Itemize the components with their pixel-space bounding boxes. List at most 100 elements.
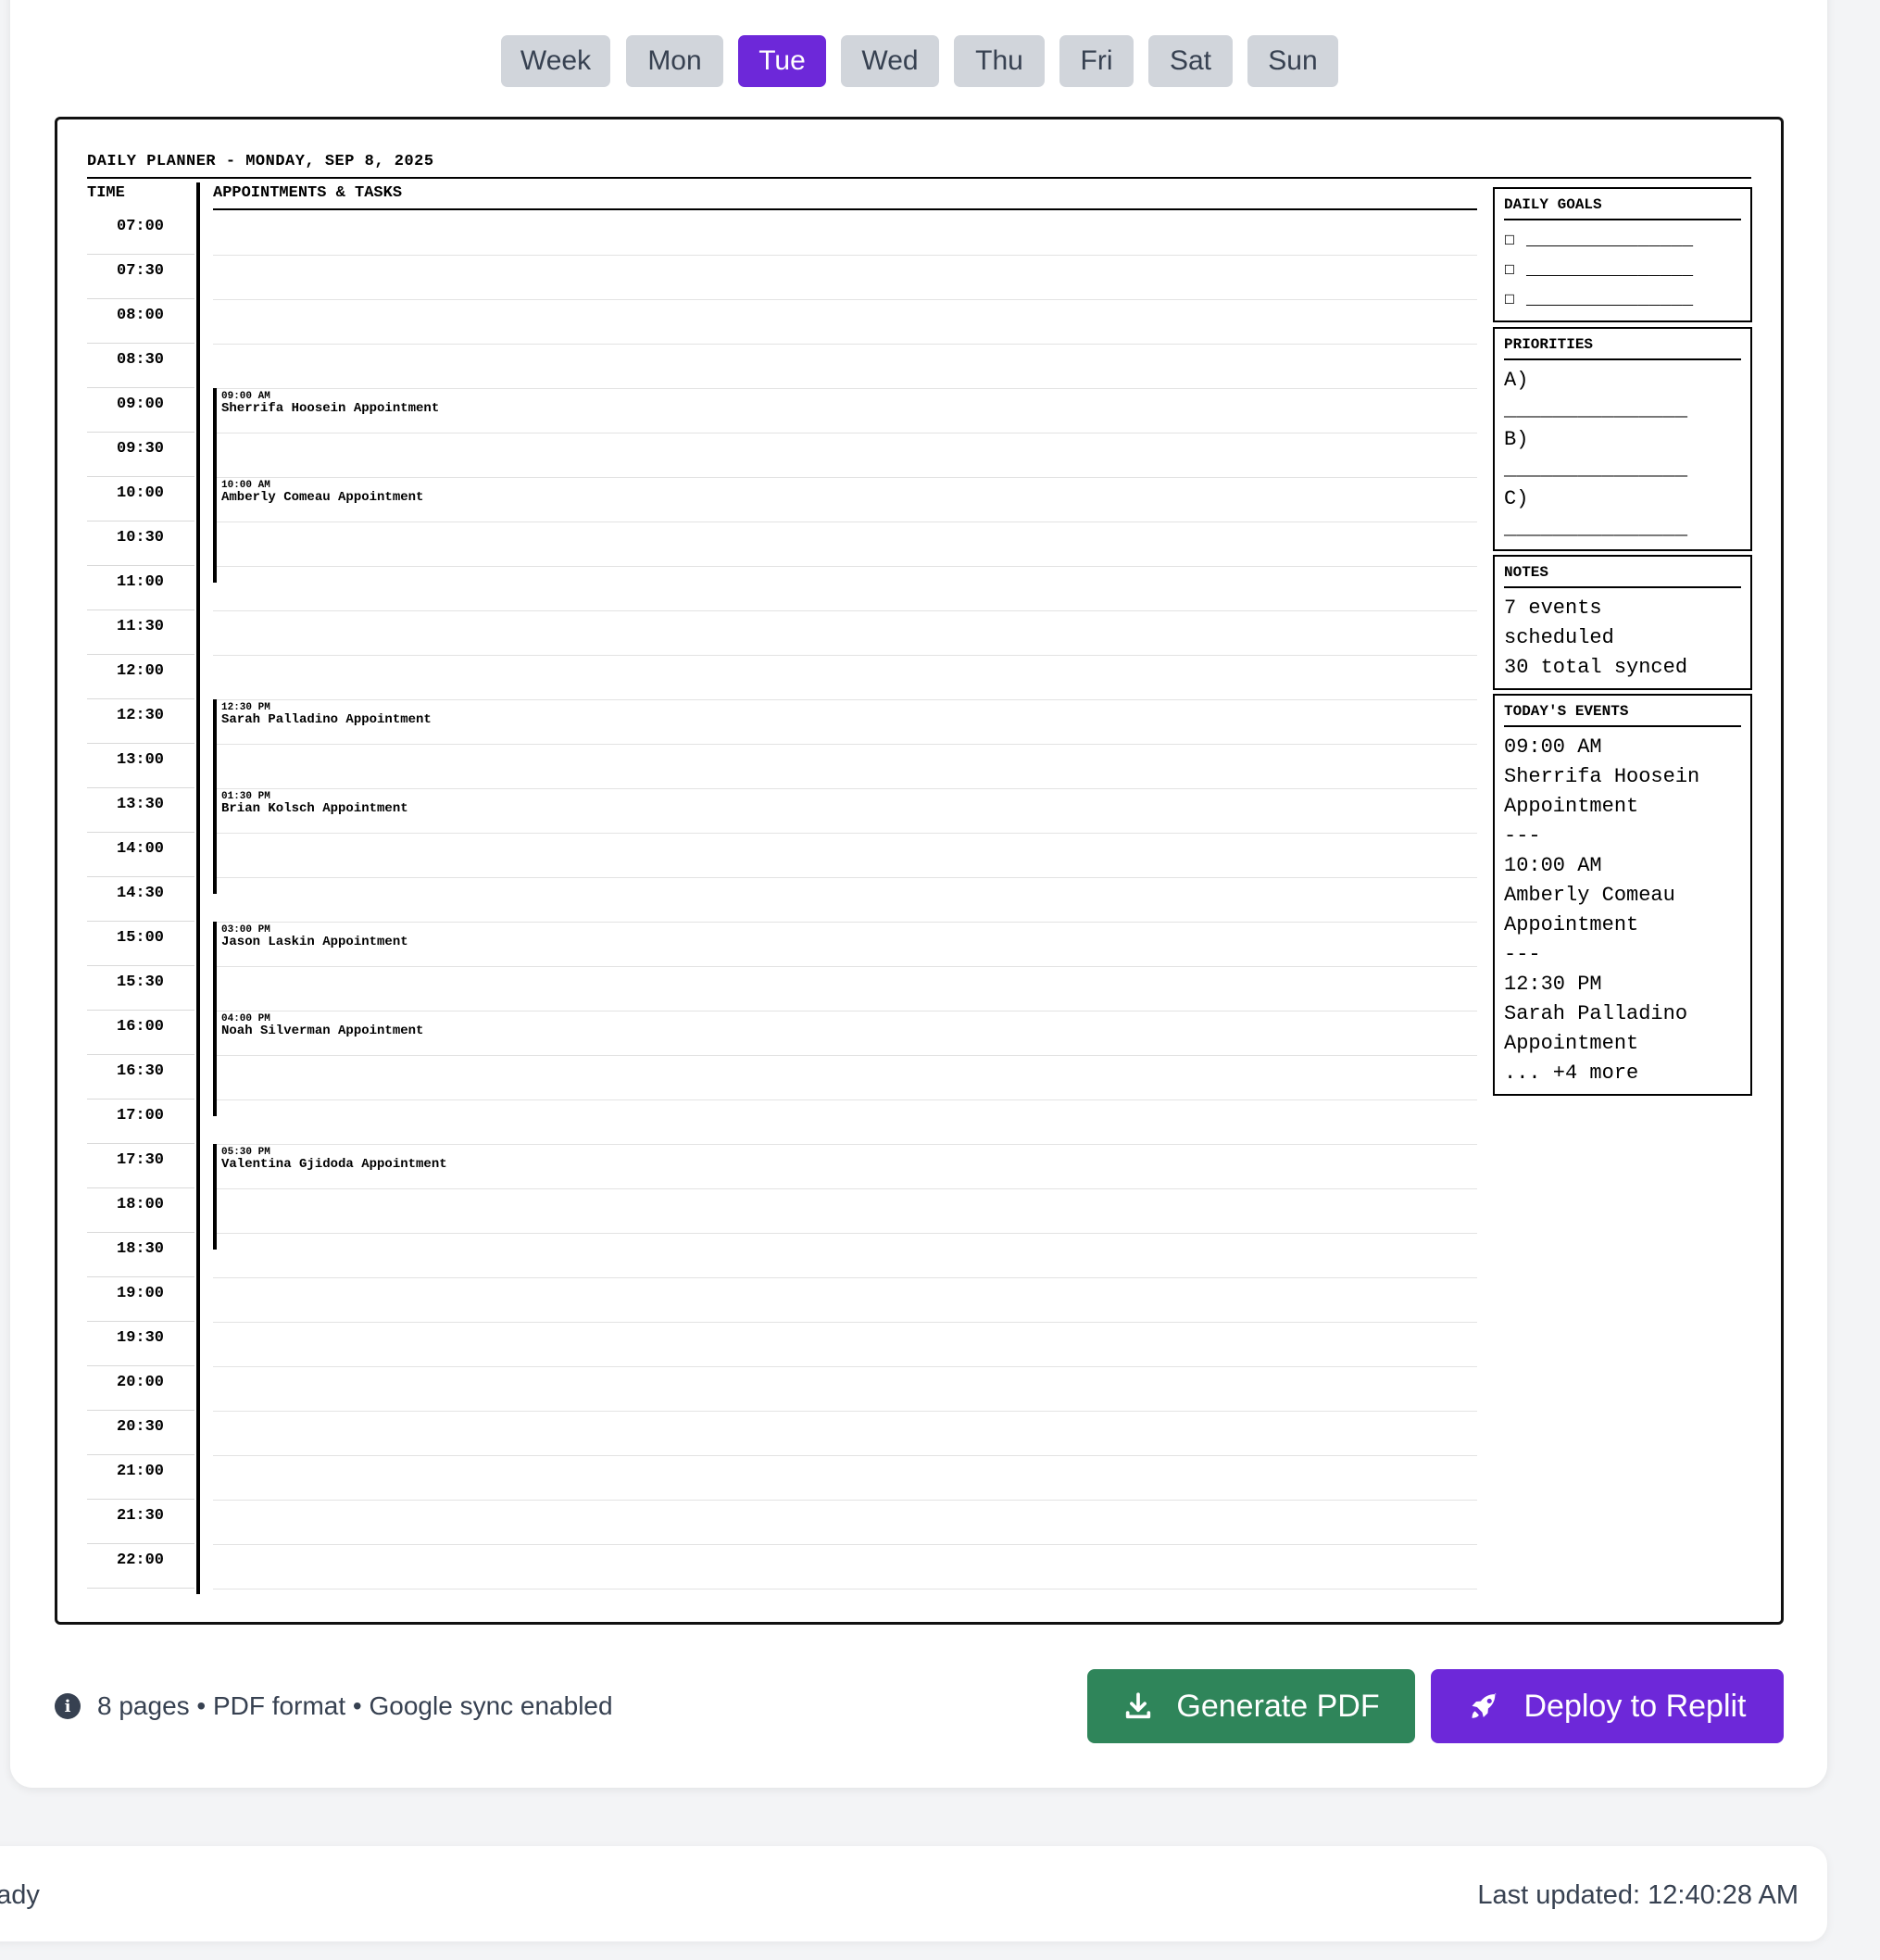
time-label: 15:00 bbox=[117, 929, 165, 947]
time-slot: 14:30 bbox=[87, 877, 194, 922]
time-slot: 17:30 bbox=[87, 1144, 194, 1188]
appointment-slot-line bbox=[213, 1366, 1477, 1367]
notes-box: NOTES 7 events scheduled 30 total synced bbox=[1493, 555, 1752, 690]
event-title: Noah Silverman Appointment bbox=[221, 1024, 424, 1038]
time-slot: 13:30 bbox=[87, 788, 194, 833]
time-slot: 19:30 bbox=[87, 1322, 194, 1366]
last-updated: Last updated: 12:40:28 AM bbox=[1477, 1880, 1799, 1910]
time-slot: 08:30 bbox=[87, 344, 194, 388]
time-slot: 09:00 bbox=[87, 388, 194, 433]
time-slot: 09:30 bbox=[87, 433, 194, 477]
tab-thu[interactable]: Thu bbox=[954, 35, 1045, 87]
time-slot: 20:00 bbox=[87, 1366, 194, 1411]
status-text: eady bbox=[0, 1880, 40, 1910]
time-label: 19:30 bbox=[117, 1329, 165, 1347]
generate-pdf-button[interactable]: Generate PDF bbox=[1087, 1669, 1415, 1743]
tab-fri[interactable]: Fri bbox=[1059, 35, 1134, 87]
time-label: 15:30 bbox=[117, 974, 165, 991]
time-slot: 10:00 bbox=[87, 477, 194, 521]
time-slot: 14:00 bbox=[87, 833, 194, 877]
time-slot: 15:00 bbox=[87, 922, 194, 966]
appointment-slot-line bbox=[213, 1500, 1477, 1501]
time-slot: 19:00 bbox=[87, 1277, 194, 1322]
time-slot: 18:30 bbox=[87, 1233, 194, 1277]
generate-pdf-label: Generate PDF bbox=[1176, 1688, 1380, 1724]
daily-goals-heading: DAILY GOALS bbox=[1504, 196, 1741, 220]
time-slot: 12:00 bbox=[87, 655, 194, 699]
time-slot: 07:00 bbox=[87, 210, 194, 255]
time-label: 07:30 bbox=[117, 262, 165, 280]
time-slot: 18:00 bbox=[87, 1188, 194, 1233]
event-title: Amberly Comeau Appointment bbox=[221, 490, 424, 505]
time-slot: 22:00 bbox=[87, 1544, 194, 1589]
appointment-slot-line bbox=[213, 1411, 1477, 1412]
goal-line: ☐ _______________ bbox=[1504, 259, 1694, 281]
daily-goals-box: DAILY GOALS ☐ _______________ ☐ ________… bbox=[1493, 187, 1752, 322]
time-slot: 13:00 bbox=[87, 744, 194, 788]
time-label: 20:00 bbox=[117, 1374, 165, 1391]
time-label: 13:00 bbox=[117, 751, 165, 769]
notes-text: 7 events scheduled 30 total synced bbox=[1504, 597, 1688, 679]
todays-events-text: 09:00 AM Sherrifa Hoosein Appointment --… bbox=[1504, 735, 1700, 1085]
appointment-slot-line bbox=[213, 255, 1477, 256]
time-label: 09:00 bbox=[117, 396, 165, 413]
download-icon bbox=[1126, 1692, 1151, 1719]
time-label: 11:00 bbox=[117, 573, 165, 591]
time-label: 21:00 bbox=[117, 1463, 165, 1480]
time-label: 11:30 bbox=[117, 618, 165, 635]
title-divider bbox=[87, 177, 1751, 179]
time-label: 08:00 bbox=[117, 307, 165, 324]
time-label: 12:30 bbox=[117, 707, 165, 724]
deploy-replit-button[interactable]: Deploy to Replit bbox=[1431, 1669, 1784, 1743]
document-info: i 8 pages • PDF format • Google sync ena… bbox=[55, 1691, 613, 1721]
event-block[interactable]: 10:00 AM Amberly Comeau Appointment bbox=[213, 477, 423, 583]
time-label: 18:00 bbox=[117, 1196, 165, 1213]
tab-mon[interactable]: Mon bbox=[626, 35, 723, 87]
notes-heading: NOTES bbox=[1504, 564, 1741, 588]
event-title: Brian Kolsch Appointment bbox=[221, 801, 408, 816]
goal-line: ☐ _______________ bbox=[1504, 289, 1694, 310]
deploy-replit-label: Deploy to Replit bbox=[1523, 1688, 1747, 1724]
tab-tue[interactable]: Tue bbox=[738, 35, 826, 87]
time-label: 17:00 bbox=[117, 1107, 165, 1124]
time-label: 16:00 bbox=[117, 1018, 165, 1036]
time-label: 10:30 bbox=[117, 529, 165, 547]
priorities-box: PRIORITIES A) _______________ B) _______… bbox=[1493, 327, 1752, 551]
appointment-slot-line bbox=[213, 610, 1477, 611]
event-title: Sherrifa Hoosein Appointment bbox=[221, 401, 440, 416]
info-icon: i bbox=[55, 1693, 81, 1719]
event-title: Sarah Palladino Appointment bbox=[221, 712, 432, 727]
planner-preview: DAILY PLANNER - MONDAY, SEP 8, 2025 TIME… bbox=[55, 117, 1784, 1625]
appointment-slot-line bbox=[213, 1455, 1477, 1456]
event-block[interactable]: 05:30 PM Valentina Gjidoda Appointment bbox=[213, 1144, 447, 1250]
time-label: 08:30 bbox=[117, 351, 165, 369]
time-label: 09:30 bbox=[117, 440, 165, 458]
tab-sun[interactable]: Sun bbox=[1247, 35, 1338, 87]
time-label: 13:30 bbox=[117, 796, 165, 813]
time-label: 10:00 bbox=[117, 484, 165, 502]
appointment-slot-line bbox=[213, 1322, 1477, 1323]
time-label: 07:00 bbox=[117, 218, 165, 235]
event-block[interactable]: 04:00 PM Noah Silverman Appointment bbox=[213, 1011, 423, 1116]
time-label: 19:00 bbox=[117, 1285, 165, 1302]
tab-week[interactable]: Week bbox=[501, 35, 610, 87]
document-info-text: 8 pages • PDF format • Google sync enabl… bbox=[97, 1691, 613, 1720]
appointments-header-divider bbox=[213, 208, 1477, 210]
tab-wed[interactable]: Wed bbox=[841, 35, 939, 87]
appointments-column-header: APPOINTMENTS & TASKS bbox=[213, 184, 403, 202]
planner-title: DAILY PLANNER - MONDAY, SEP 8, 2025 bbox=[87, 153, 434, 170]
time-slot: 10:30 bbox=[87, 521, 194, 566]
appointment-slot-line bbox=[213, 299, 1477, 300]
time-slot: 11:30 bbox=[87, 610, 194, 655]
time-label: 16:30 bbox=[117, 1062, 165, 1080]
event-title: Jason Laskin Appointment bbox=[221, 935, 408, 949]
time-label: 20:30 bbox=[117, 1418, 165, 1436]
goal-line: ☐ _______________ bbox=[1504, 230, 1694, 251]
event-title: Valentina Gjidoda Appointment bbox=[221, 1157, 447, 1172]
priorities-heading: PRIORITIES bbox=[1504, 336, 1741, 360]
event-block[interactable]: 01:30 PM Brian Kolsch Appointment bbox=[213, 788, 408, 894]
tab-sat[interactable]: Sat bbox=[1148, 35, 1233, 87]
time-label: 14:30 bbox=[117, 885, 165, 902]
time-label: 12:00 bbox=[117, 662, 165, 680]
appointment-slot-line bbox=[213, 655, 1477, 656]
